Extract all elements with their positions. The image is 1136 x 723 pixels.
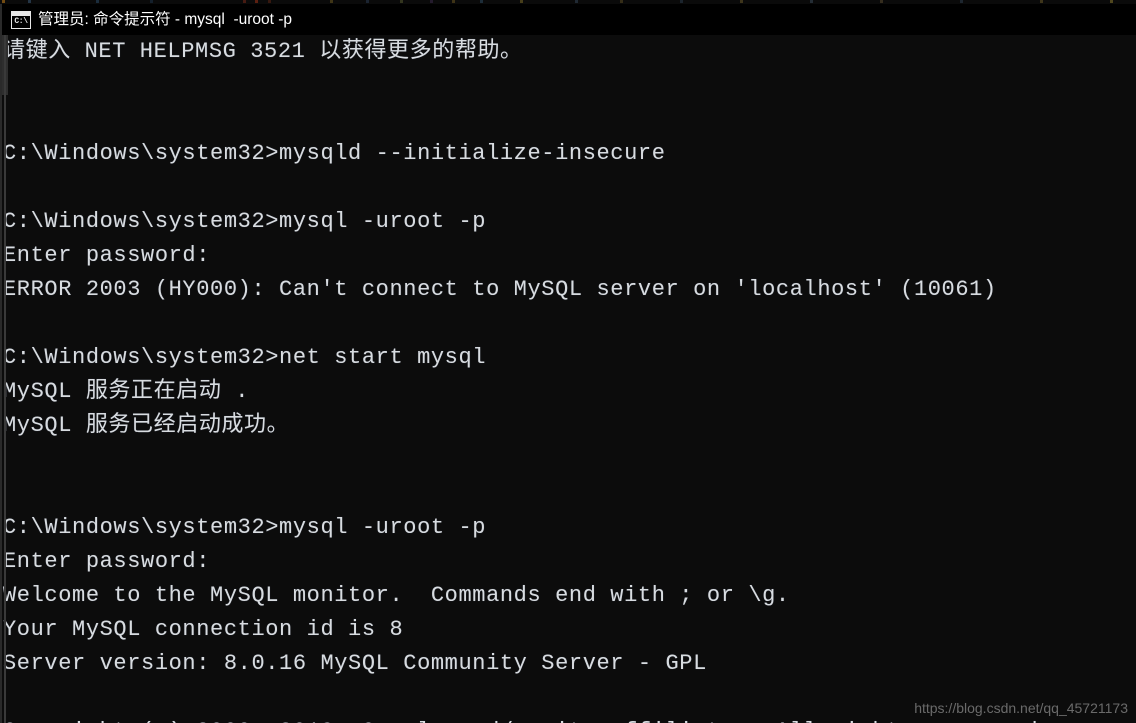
console-line: MySQL 服务已经启动成功。: [3, 413, 290, 438]
artifact-pixel: [366, 0, 369, 3]
artifact-pixel: [1110, 0, 1113, 3]
artifact-pixel: [255, 0, 258, 3]
screenshot-root: C:\ 管理员: 命令提示符 - mysql -uroot -p 请键入 NET…: [0, 0, 1136, 723]
console-line: C:\Windows\system32>mysqld --initialize-…: [3, 141, 666, 166]
artifact-pixel: [810, 0, 813, 3]
artifact-pixel: [880, 0, 883, 3]
console-line: Enter password:: [3, 243, 211, 268]
cmd-icon-glyph: C:\: [14, 16, 28, 26]
artifact-pixel: [150, 0, 153, 3]
cmd-console-icon: C:\: [11, 10, 31, 29]
artifact-pixel: [960, 0, 963, 3]
console-line: C:\Windows\system32>mysql -uroot -p: [3, 209, 487, 234]
artifact-pixel: [575, 0, 578, 3]
console-line: Your MySQL connection id is 8: [3, 617, 404, 642]
window-titlebar[interactable]: C:\ 管理员: 命令提示符 - mysql -uroot -p: [2, 4, 1136, 35]
artifact-pixel: [480, 0, 483, 3]
console-line: C:\Windows\system32>net start mysql: [3, 345, 487, 370]
artifact-pixel: [1040, 0, 1043, 3]
window-title: 管理员: 命令提示符 - mysql -uroot -p: [38, 10, 293, 28]
artifact-pixel: [96, 0, 99, 3]
console-output-area[interactable]: 请键入 NET HELPMSG 3521 以获得更多的帮助。 C:\Window…: [2, 35, 1136, 723]
command-prompt-window: C:\ 管理员: 命令提示符 - mysql -uroot -p 请键入 NET…: [0, 4, 1136, 723]
console-line: Server version: 8.0.16 MySQL Community S…: [3, 651, 707, 676]
artifact-pixel: [2, 0, 5, 3]
console-line: 请键入 NET HELPMSG 3521 以获得更多的帮助。: [3, 39, 523, 64]
console-line: C:\Windows\system32>mysql -uroot -p: [3, 515, 487, 540]
window-left-border: [4, 35, 6, 723]
artifact-pixel: [430, 0, 433, 3]
artifact-pixel: [268, 0, 271, 3]
console-text-buffer: 请键入 NET HELPMSG 3521 以获得更多的帮助。 C:\Window…: [2, 35, 1136, 723]
csdn-watermark: https://blog.csdn.net/qq_45721173: [914, 700, 1128, 716]
artifact-pixel: [243, 0, 246, 3]
artifact-pixel: [620, 0, 623, 3]
artifact-pixel: [520, 0, 523, 3]
artifact-pixel: [28, 0, 31, 3]
artifact-pixel: [740, 0, 743, 3]
console-line: ERROR 2003 (HY000): Can't connect to MyS…: [3, 277, 997, 302]
artifact-pixel: [330, 0, 333, 3]
artifact-pixel: [400, 0, 403, 3]
console-line: MySQL 服务正在启动 .: [3, 379, 250, 404]
console-line: Enter password:: [3, 549, 211, 574]
artifact-pixel: [452, 0, 455, 3]
artifact-pixel: [680, 0, 683, 3]
console-line: Welcome to the MySQL monitor. Commands e…: [3, 583, 790, 608]
